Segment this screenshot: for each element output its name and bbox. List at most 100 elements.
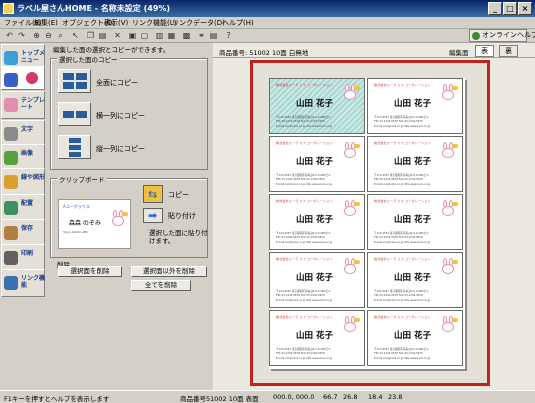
card-company: 株式会社ルーラ ミス コーポレーション [276,141,333,145]
group-icon[interactable]: ▦ [166,31,177,41]
minimize-button[interactable]: _ [488,2,502,15]
clipboard-caption: クリップボード [57,174,107,184]
delete-all-button[interactable]: 全てを削除 [131,280,191,291]
clip-sub: Taiyo-Kohito ABC [63,230,89,234]
bunny-icon [440,84,458,100]
menu-bar: ファイル(F) 編集(E) オブジェクト(O) 表示(V) リンク機能(L) リ… [0,17,535,29]
label-card[interactable]: 株式会社ルーラ ミス コーポレーション 山田 花子 〒123-4567 東京都港区南… [269,310,365,366]
card-email: E-mail xxx@xxxx.co.jp URL www.xxxx.co.jp [276,183,333,186]
menu-view[interactable]: 表示(V) [104,18,128,28]
select-tool-icon[interactable]: ↖ [70,31,81,41]
card-company: 株式会社ルーラ ミス コーポレーション [276,315,333,319]
home-icon [4,51,18,65]
help-icon[interactable]: ? [223,31,234,41]
sidebar-item-copy[interactable] [1,66,45,90]
send-back-icon[interactable]: ▢ [139,31,150,41]
card-phone: TEL 03-1234-5678 FAX 03-1234-5679 [374,236,423,239]
copy-column-button[interactable] [58,135,91,159]
card-company: 株式会社ルーラ ミス コーポレーション [276,257,333,261]
copy-icon[interactable]: ❐ [85,31,96,41]
vertical-scrollbar[interactable] [525,58,535,390]
copy-all-button[interactable] [58,69,91,93]
bunny-icon [342,84,360,100]
zoom-out-icon[interactable]: ⊖ [43,31,54,41]
copy-row-button[interactable] [58,102,91,126]
label-card[interactable]: 株式会社ルーラ ミス コーポレーション 山田 花子 〒123-4567 東京都港区南… [367,194,463,250]
sidebar-item-shapes[interactable]: 線や図形 [1,168,45,196]
copy-label: コピー [168,191,189,199]
menu-help[interactable]: ヘルプ(H) [222,18,254,28]
card-email: E-mail xxx@xxxx.co.jp URL www.xxxx.co.jp [276,125,333,128]
image-icon [4,151,18,165]
maximize-button[interactable]: □ [503,2,517,15]
label-card[interactable]: 株式会社ルーラ ミス コーポレーション 山田 花子 〒123-4567 東京都港区南… [367,252,463,308]
card-company: 株式会社ルーラ ミス コーポレーション [374,199,431,203]
bring-front-icon[interactable]: ▣ [127,31,138,41]
bunny-icon [110,210,128,226]
globe-icon [472,32,480,40]
card-email: E-mail xxx@xxxx.co.jp URL www.xxxx.co.jp [276,299,333,302]
label-card[interactable]: 株式会社ルーラ ミス コーポレーション 山田 花子 〒123-4567 東京都港区南… [367,78,463,134]
card-company: 株式会社ルーラ ミス コーポレーション [276,199,333,203]
zoom-icon[interactable]: ⌕ [55,31,66,41]
menu-link[interactable]: リンク機能(L) [132,18,176,28]
link-icon[interactable]: ⚭ [196,31,207,41]
label-paper: 株式会社ルーラ ミス コーポレーション 山田 花子 〒123-4567 東京都港区南… [269,78,465,369]
status-bar: F1キーを押すとヘルプを表示します 商品番号51002 10面 表面 000.0… [0,390,535,403]
data-icon[interactable]: ▤ [208,31,219,41]
card-name: 山田 花子 [296,157,333,167]
play-icon [26,72,38,84]
card-address: 〒123-4567 東京都港区南青山0-0-0 ABCビル [374,232,429,235]
undo-icon[interactable]: ↶ [4,31,15,41]
zoom-in-icon[interactable]: ⊕ [31,31,42,41]
card-email: E-mail xxx@xxxx.co.jp URL www.xxxx.co.jp [374,241,431,244]
copy-row-label: 横一列にコピー [96,112,145,120]
card-company: 株式会社ルーラ ミス コーポレーション [374,257,431,261]
delete-selected-button[interactable]: 選択面を削除 [58,266,122,277]
label-card[interactable]: 株式会社ルーラ ミス コーポレーション 山田 花子 〒123-4567 東京都港区南… [367,136,463,192]
card-company: 株式会社ルーラ ミス コーポレーション [374,315,431,319]
sidebar-item-template[interactable]: テンプレート [1,91,45,119]
copy-clip-button[interactable]: ⇆ [143,185,163,203]
bunny-icon [440,142,458,158]
copy-panel: 編集した面の選択とコピーができます。 選択した面のコピー 全面にコピー 横一列に… [47,43,211,390]
paste-button[interactable]: ➡ [143,208,163,223]
sidebar-item-link[interactable]: リンク機能 [1,269,45,297]
card-address: 〒123-4567 東京都港区南青山0-0-0 ABCビル [276,116,331,119]
online-help-button[interactable]: オンラインヘルプ [469,29,535,42]
delete-icon[interactable]: ✕ [112,31,123,41]
align-icon[interactable]: ▥ [154,31,165,41]
label-card[interactable]: 株式会社ルーラ ミス コーポレーション 山田 花子 〒123-4567 東京都港区南… [269,136,365,192]
sidebar-item-layout[interactable]: 配置 [1,194,45,222]
product-number: 商品番号: 51002 10面 白無地 [219,49,309,57]
template-icon [4,98,18,112]
close-button[interactable]: × [518,2,532,15]
bunny-icon [342,200,360,216]
label-card[interactable]: 株式会社ルーラ ミス コーポレーション 山田 花子 〒123-4567 東京都港区南… [367,310,463,366]
front-side-button[interactable]: 表 [475,45,494,57]
menu-edit[interactable]: 編集(E) [34,18,58,28]
edit-face-label: 編集面 [449,49,469,57]
grid-icon[interactable]: ▩ [181,31,192,41]
label-card[interactable]: 株式会社ルーラ ミス コーポレーション 山田 花子 〒123-4567 東京都港区南… [269,78,365,134]
label-card[interactable]: 株式会社ルーラ ミス コーポレーション 山田 花子 〒123-4567 東京都港区南… [269,194,365,250]
card-phone: TEL 03-1234-5678 FAX 03-1234-5679 [374,178,423,181]
back-side-button[interactable]: 裏 [499,45,518,57]
menu-linkdata[interactable]: リンクデータ(D) [172,18,225,28]
paste-selected-label[interactable]: 選択した面に貼り付けます。 [149,229,209,245]
toolbar: ↶ ↷ ⊕ ⊖ ⌕ ↖ ❐ ▤ ✕ ▣ ▢ ▥ ▦ ▩ ⚭ ▤ ? オンラインヘ… [0,29,535,43]
card-name: 山田 花子 [296,99,333,109]
label-card[interactable]: 株式会社ルーラ ミス コーポレーション 山田 花子 〒123-4567 東京都港区南… [269,252,365,308]
sidebar-item-save[interactable]: 保存 [1,219,45,247]
paste-icon[interactable]: ▤ [97,31,108,41]
sidebar: トップメニュー テンプレート 文字 画像 線や図形 配置 保存 印刷 リンク機能 [0,43,47,390]
card-email: E-mail xxx@xxxx.co.jp URL www.xxxx.co.jp [374,125,431,128]
card-name: 山田 花子 [394,99,431,109]
delete-others-button[interactable]: 選択面以外を削除 [131,266,207,277]
card-phone: TEL 03-1234-5678 FAX 03-1234-5679 [374,352,423,355]
redo-icon[interactable]: ↷ [16,31,27,41]
card-email: E-mail xxx@xxxx.co.jp URL www.xxxx.co.jp [276,357,333,360]
sidebar-item-print[interactable]: 印刷 [1,244,45,272]
card-phone: TEL 03-1234-5678 FAX 03-1234-5679 [276,120,325,123]
window-title: ラベル屋さんHOME - 名称未設定 (49%) [17,4,171,13]
